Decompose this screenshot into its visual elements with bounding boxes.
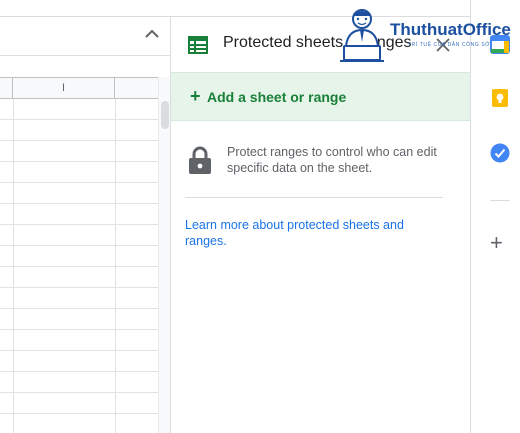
- grid-row[interactable]: [0, 372, 158, 393]
- keep-icon[interactable]: [490, 88, 510, 108]
- watermark-brand: ThuthuatOffice: [390, 20, 511, 39]
- side-panel-divider: [490, 200, 510, 201]
- grid-row[interactable]: [0, 120, 158, 141]
- grid-row[interactable]: [0, 414, 158, 433]
- grid-row[interactable]: [0, 183, 158, 204]
- scrollbar-thumb[interactable]: [161, 101, 169, 129]
- lock-icon: [189, 146, 211, 174]
- watermark-tagline: TRÍ TUỆ CỦA DÂN CÔNG SỞ: [408, 42, 491, 48]
- vertical-scrollbar[interactable]: [158, 77, 170, 433]
- grid-row[interactable]: [0, 267, 158, 288]
- grid-row[interactable]: [0, 393, 158, 414]
- formula-bar-divider: [0, 55, 170, 56]
- toolbar-divider: [0, 16, 170, 17]
- protected-ranges-panel: Protected sheets & ranges + Add a sheet …: [170, 16, 471, 433]
- side-panel: +: [470, 0, 520, 433]
- get-add-ons-icon[interactable]: +: [490, 232, 503, 254]
- grid-row[interactable]: [0, 351, 158, 372]
- watermark-logo: ThuthuatOffice TRÍ TUỆ CỦA DÂN CÔNG SỞ: [336, 6, 520, 62]
- protect-description: Protect ranges to control who can edit s…: [227, 145, 437, 175]
- tasks-icon[interactable]: [490, 143, 510, 163]
- plus-icon: +: [190, 86, 201, 106]
- mascot-icon: [340, 9, 384, 62]
- spreadsheet-grid[interactable]: I: [0, 77, 170, 433]
- grid-rows[interactable]: [0, 99, 158, 433]
- chevron-up-icon[interactable]: [142, 24, 162, 44]
- column-header-i[interactable]: I: [13, 78, 115, 99]
- grid-row[interactable]: [0, 330, 158, 351]
- grid-row[interactable]: [0, 141, 158, 162]
- grid-row[interactable]: [0, 99, 158, 120]
- column-header-cell[interactable]: [115, 78, 158, 99]
- column-header-cell[interactable]: [0, 78, 13, 99]
- add-sheet-or-range-label: Add a sheet or range: [207, 89, 347, 105]
- sheets-icon: [188, 36, 208, 54]
- grid-row[interactable]: [0, 309, 158, 330]
- add-sheet-or-range-button[interactable]: + Add a sheet or range: [171, 72, 471, 121]
- learn-more-link[interactable]: Learn more about protected sheets and ra…: [185, 217, 435, 249]
- grid-row[interactable]: [0, 288, 158, 309]
- sheet-toolbar-area: [0, 0, 170, 56]
- panel-divider: [185, 197, 443, 198]
- grid-row[interactable]: [0, 225, 158, 246]
- grid-row[interactable]: [0, 162, 158, 183]
- grid-row[interactable]: [0, 246, 158, 267]
- app-root: I Protected sheets & ranges + Add a shee…: [0, 0, 520, 433]
- grid-row[interactable]: [0, 204, 158, 225]
- column-header-row: I: [0, 77, 158, 99]
